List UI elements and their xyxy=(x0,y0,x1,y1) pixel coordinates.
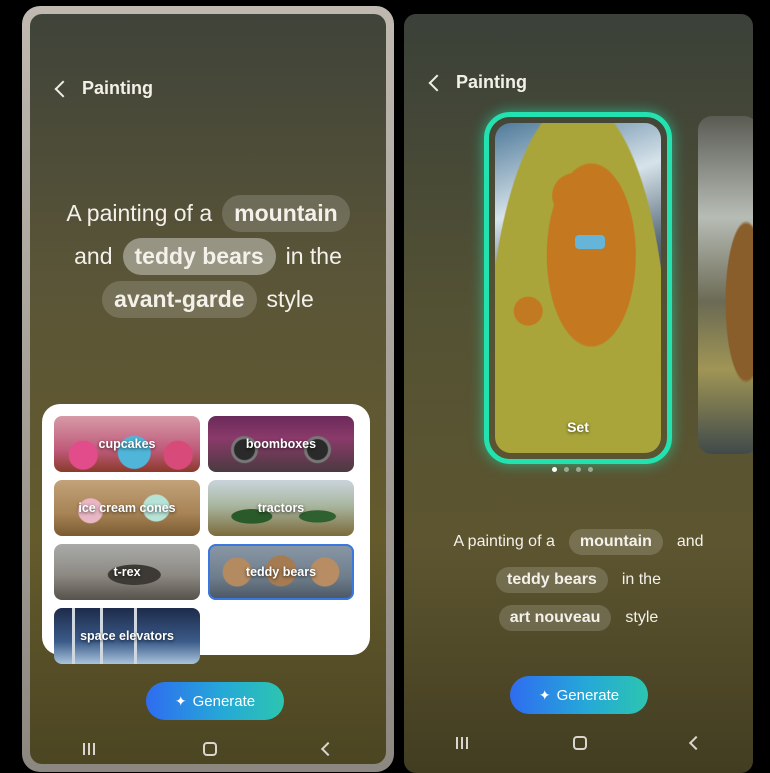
suggestion-teddy-bears[interactable]: teddy bears xyxy=(208,544,354,600)
home-icon[interactable] xyxy=(573,736,588,750)
suggestion-space-elevators[interactable]: space elevators xyxy=(54,608,200,664)
page-title: Painting xyxy=(82,78,153,98)
sparkle-icon: ✦ xyxy=(538,686,551,703)
prompt-text-segment: style xyxy=(625,609,659,626)
object-chip[interactable]: teddy bears xyxy=(122,238,276,275)
suggestion-label: teddy bears xyxy=(245,565,317,579)
prompt-text-segment: in the xyxy=(285,243,342,269)
suggestion-tractors[interactable]: tractors xyxy=(208,480,354,536)
generated-wallpaper-card[interactable]: Set xyxy=(484,112,672,464)
page-dot xyxy=(552,467,557,472)
right-phone: Painting Set A painting of a mountain an… xyxy=(404,14,753,773)
left-header: Painting xyxy=(54,78,153,99)
generate-label: Generate xyxy=(556,686,620,704)
home-icon[interactable] xyxy=(203,742,217,756)
generate-label: Generate xyxy=(192,692,256,710)
page-title: Painting xyxy=(456,72,527,92)
generated-wallpaper-image: Set xyxy=(495,123,661,453)
navigation-bar xyxy=(30,741,386,757)
sparkle-icon: ✦ xyxy=(174,692,187,709)
object-chip[interactable]: teddy bears xyxy=(496,567,608,593)
generate-button[interactable]: ✦ Generate xyxy=(146,682,284,720)
suggestion-panel: cupcakes boomboxes ice cream cones tract… xyxy=(42,404,370,664)
page-indicator xyxy=(552,467,593,472)
prompt-text-segment: A painting of a xyxy=(453,533,555,550)
page-dot xyxy=(564,467,569,472)
prompt-text: A painting of a mountain and teddy bears… xyxy=(424,523,733,637)
right-header: Painting xyxy=(428,72,527,93)
suggestion-t-rex[interactable]: t-rex xyxy=(54,544,200,600)
suggestion-label: t-rex xyxy=(113,565,141,579)
back-icon[interactable] xyxy=(689,735,704,751)
back-icon[interactable] xyxy=(54,79,68,99)
left-screen: Painting A painting of a mountain and te… xyxy=(30,14,386,764)
prompt-text-segment: in the xyxy=(621,571,661,588)
subject-chip[interactable]: mountain xyxy=(568,529,663,555)
bow-tie-detail xyxy=(575,235,605,249)
prompt-text-segment: A painting of a xyxy=(66,200,213,226)
suggestion-cupcakes[interactable]: cupcakes xyxy=(54,416,200,472)
navigation-bar xyxy=(404,735,753,751)
back-icon[interactable] xyxy=(320,741,336,757)
suggestion-label: cupcakes xyxy=(98,437,156,451)
subject-chip[interactable]: mountain xyxy=(222,195,350,232)
suggestion-label: ice cream cones xyxy=(78,501,176,515)
generate-button[interactable]: ✦ Generate xyxy=(510,676,648,714)
style-chip[interactable]: avant-garde xyxy=(102,281,257,318)
page-dot xyxy=(576,467,581,472)
style-chip[interactable]: art nouveau xyxy=(498,605,612,631)
prompt-text-segment: style xyxy=(266,286,314,312)
suggestion-label: boomboxes xyxy=(245,437,317,451)
prompt-text: A painting of a mountain and teddy bears… xyxy=(30,192,386,321)
next-wallpaper-card[interactable] xyxy=(698,116,753,454)
recents-icon[interactable] xyxy=(455,737,470,749)
suggestion-label: tractors xyxy=(257,501,305,515)
set-button[interactable]: Set xyxy=(495,419,661,435)
suggestion-label: space elevators xyxy=(80,629,174,643)
back-icon[interactable] xyxy=(428,73,442,93)
suggestion-ice-cream-cones[interactable]: ice cream cones xyxy=(54,480,200,536)
suggestion-boomboxes[interactable]: boomboxes xyxy=(208,416,354,472)
page-dot xyxy=(588,467,593,472)
left-phone: Painting A painting of a mountain and te… xyxy=(22,6,394,772)
prompt-text-segment: and xyxy=(676,533,704,550)
recents-icon[interactable] xyxy=(83,743,97,755)
prompt-text-segment: and xyxy=(74,243,113,269)
